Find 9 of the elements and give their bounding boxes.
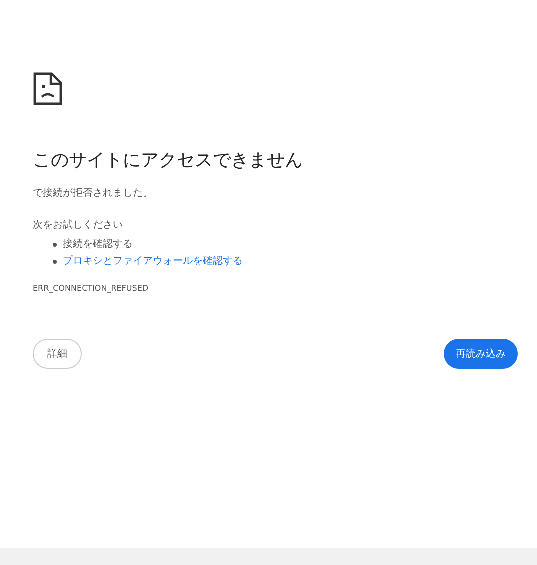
suggestions-title: 次をお試しください xyxy=(33,218,124,232)
details-button[interactable]: 詳細 xyxy=(33,339,82,369)
error-message: で接続が拒否されました。 xyxy=(33,186,154,200)
suggestion-link[interactable]: プロキシとファイアウォールを確認する xyxy=(63,253,243,270)
suggestion-text: 接続を確認する xyxy=(63,238,133,252)
error-code: ERR_CONNECTION_REFUSED xyxy=(33,284,150,293)
error-heading: このサイトにアクセスできません xyxy=(33,149,304,172)
reload-button[interactable]: 再読み込み xyxy=(444,339,518,369)
sad-page-icon xyxy=(33,72,63,106)
